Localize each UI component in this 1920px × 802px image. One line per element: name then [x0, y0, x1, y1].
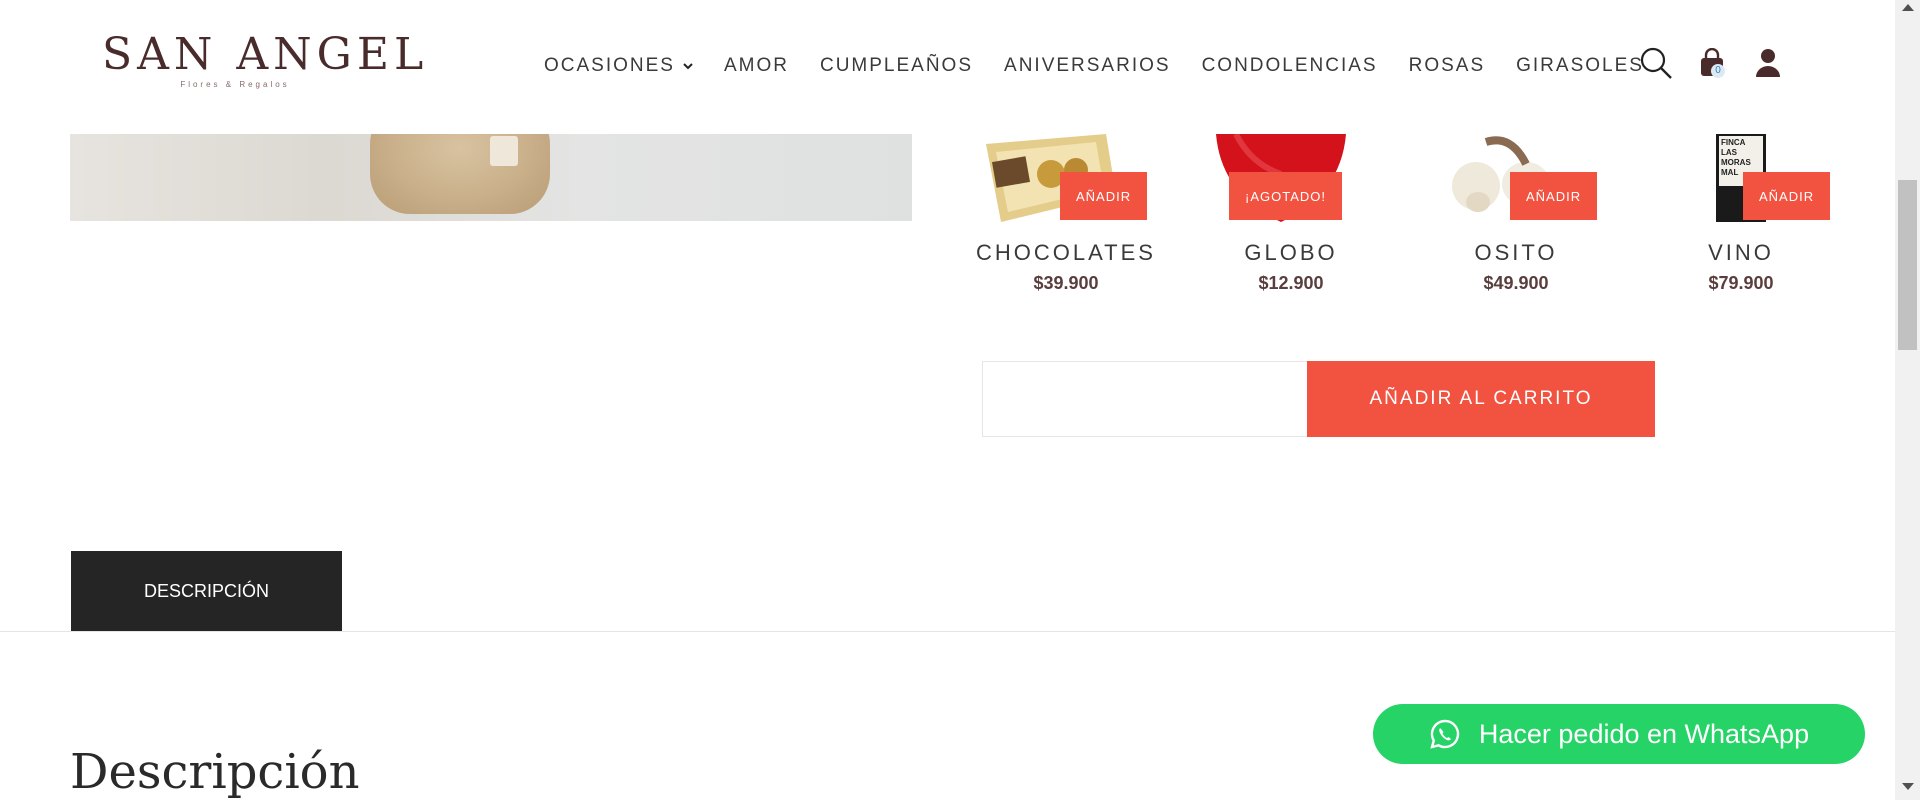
- addon-globo: ¡AGOTADO! GLOBO $12.900: [1191, 134, 1391, 294]
- nav-item-label: ANIVERSARIOS: [1004, 55, 1171, 76]
- scroll-down-arrow-icon[interactable]: [1902, 783, 1914, 790]
- add-to-cart-button[interactable]: AÑADIR AL CARRITO: [1307, 361, 1655, 437]
- main-nav: OCASIONES AMOR CUMPLEAÑOS ANIVERSARIOS C…: [544, 55, 1675, 77]
- quantity-input[interactable]: [982, 361, 1309, 437]
- nav-item-label: CONDOLENCIAS: [1201, 55, 1378, 76]
- addon-add-button[interactable]: AÑADIR: [1743, 172, 1831, 220]
- nav-item-ocasiones[interactable]: OCASIONES: [544, 55, 693, 77]
- user-icon: [1756, 49, 1780, 77]
- nav-item-label: GIRASOLES: [1516, 55, 1644, 76]
- addon-price: $39.900: [1033, 273, 1099, 293]
- description-heading: Descripción: [70, 744, 360, 800]
- nav-item-label: CUMPLEAÑOS: [819, 55, 974, 76]
- product-bag-image: [370, 134, 550, 214]
- cart-count-badge: 0: [1711, 64, 1725, 78]
- account-button[interactable]: [1750, 45, 1786, 81]
- tab-descripcion[interactable]: DESCRIPCIÓN: [71, 551, 342, 631]
- whatsapp-label: Hacer pedido en WhatsApp: [1478, 718, 1810, 749]
- addon-price: $79.900: [1708, 273, 1774, 293]
- addon-price: $12.900: [1258, 273, 1324, 293]
- scrollbar-thumb[interactable]: [1898, 180, 1917, 350]
- site-logo[interactable]: SAN ANGEL Flores & Regalos: [102, 29, 429, 100]
- nav-item-aniversarios[interactable]: ANIVERSARIOS: [1004, 55, 1171, 77]
- tab-divider: [0, 631, 1895, 632]
- scroll-up-arrow-icon[interactable]: [1902, 4, 1914, 11]
- logo-text: SAN ANGEL: [102, 29, 429, 80]
- addon-osito: AÑADIR OSITO $49.900: [1416, 134, 1616, 294]
- header-icons: 0: [1638, 45, 1806, 81]
- nav-item-girasoles[interactable]: GIRASOLES: [1516, 55, 1644, 77]
- search-button[interactable]: [1638, 45, 1674, 81]
- addon-name: VINO: [1708, 240, 1774, 265]
- logo-tagline: Flores & Regalos: [180, 80, 290, 89]
- addon-add-button[interactable]: AÑADIR: [1510, 172, 1598, 220]
- nav-item-condolencias[interactable]: CONDOLENCIAS: [1202, 55, 1378, 77]
- addon-name: GLOBO: [1244, 240, 1338, 265]
- addon-add-button[interactable]: AÑADIR: [1060, 172, 1148, 220]
- addon-name: CHOCOLATES: [976, 240, 1156, 265]
- whatsapp-order-button[interactable]: Hacer pedido en WhatsApp: [1373, 704, 1865, 764]
- product-label-image: [490, 136, 518, 166]
- nav-item-rosas[interactable]: ROSAS: [1409, 55, 1486, 77]
- addon-chocolates: AÑADIR CHOCOLATES $39.900: [966, 134, 1166, 294]
- addon-vino: FINCA LAS MORAS MAL AÑADIR VINO $79.900: [1641, 134, 1841, 294]
- nav-item-cumpleanos[interactable]: CUMPLEAÑOS: [820, 55, 973, 77]
- nav-item-label: AMOR: [723, 55, 789, 76]
- site-header: SAN ANGEL Flores & Regalos OCASIONES AMO…: [0, 0, 1895, 134]
- addon-price: $49.900: [1483, 273, 1549, 293]
- product-image: [70, 134, 912, 221]
- nav-item-label: OCASIONES: [544, 55, 675, 76]
- nav-item-amor[interactable]: AMOR: [724, 55, 789, 77]
- page-scrollbar[interactable]: [1895, 0, 1920, 800]
- addon-name: OSITO: [1474, 240, 1558, 265]
- addon-sold-out-button[interactable]: ¡AGOTADO!: [1229, 172, 1342, 220]
- whatsapp-icon: [1430, 719, 1460, 749]
- chevron-down-icon: [683, 63, 693, 70]
- nav-item-label: ROSAS: [1408, 55, 1486, 76]
- search-icon: [1640, 47, 1672, 79]
- cart-button[interactable]: 0: [1694, 45, 1730, 81]
